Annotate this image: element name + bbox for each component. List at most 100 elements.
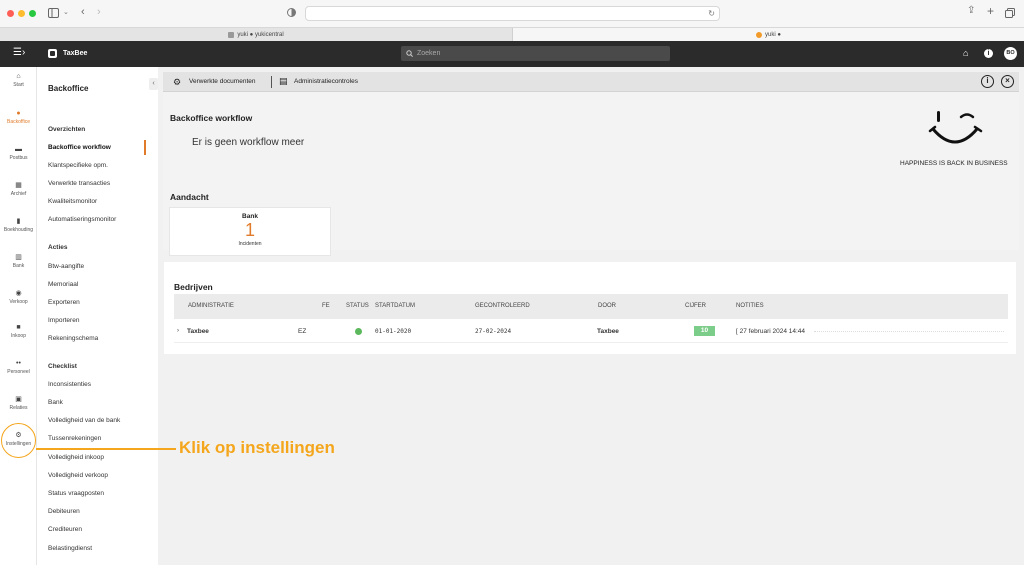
sidebar-item-debiteuren[interactable]: Debiteuren xyxy=(48,508,153,515)
bedrijven-panel: Bedrijven ADMINISTRATIE FE STATUS STARTD… xyxy=(164,262,1016,354)
column-header[interactable]: GECONTROLEERD xyxy=(475,303,530,309)
sidebar-item-tussenrekeningen[interactable]: Tussenrekeningen xyxy=(48,435,153,442)
column-header[interactable]: CIJFER xyxy=(685,303,706,309)
home-icon: ⌂ xyxy=(16,73,21,80)
back-icon[interactable]: ‹ xyxy=(81,6,85,18)
section-overzichten: Overzichten xyxy=(48,126,86,133)
tab-label: yuki ● yukicentral xyxy=(237,31,284,38)
zoom-window-button[interactable] xyxy=(29,10,36,17)
yuki-favicon-icon xyxy=(756,32,763,38)
row-startdatum: 01-01-2020 xyxy=(375,328,412,335)
rail-item-bank[interactable]: ▥ Bank xyxy=(0,253,37,269)
active-indicator xyxy=(144,140,146,155)
column-header[interactable]: ADMINISTRATIE xyxy=(188,303,234,309)
column-header[interactable]: STATUS xyxy=(346,303,369,309)
sidebar-item-automatiseringsmonitor[interactable]: Automatiseringsmonitor xyxy=(48,216,153,223)
search-placeholder: Zoeken xyxy=(417,50,441,57)
chevron-down-icon[interactable]: ⌄ xyxy=(63,8,69,16)
sidebar-item-btw-aangifte[interactable]: Btw-aangifte xyxy=(48,263,153,270)
backoffice-sidebar: Backoffice Overzichten Backoffice workfl… xyxy=(37,67,158,565)
rail-item-postbus[interactable]: ▬ Postbus xyxy=(0,146,37,161)
rail-label: Inkoop xyxy=(10,333,26,339)
new-tab-icon[interactable]: + xyxy=(987,4,994,18)
contacts-icon: ▣ xyxy=(15,396,22,403)
section-checklist: Checklist xyxy=(48,363,77,370)
sidebar-item-inconsistenties[interactable]: Inconsistenties xyxy=(48,381,153,388)
inbox-icon: ▬ xyxy=(15,146,22,153)
column-header[interactable]: FE xyxy=(322,303,330,309)
info-icon[interactable]: i xyxy=(984,49,993,58)
rail-label: Verkoop xyxy=(9,299,28,305)
store-icon[interactable]: ⌂ xyxy=(963,48,968,58)
row-administratie[interactable]: Taxbee xyxy=(187,328,209,335)
card-title: Bank xyxy=(242,213,258,220)
column-header[interactable]: DOOR xyxy=(598,303,616,309)
sidebar-item-rekeningschema[interactable]: Rekeningschema xyxy=(48,335,153,342)
shield-icon xyxy=(287,8,296,17)
sidebar-item-kwaliteitsmonitor[interactable]: Kwaliteitsmonitor xyxy=(48,198,153,205)
y-favicon-icon xyxy=(228,32,235,38)
truck-icon: ■ xyxy=(16,324,21,331)
rail-item-relaties[interactable]: ▣ Relaties xyxy=(0,395,37,411)
sidebar-item-crediteuren[interactable]: Crediteuren xyxy=(48,526,153,533)
column-header[interactable]: NOTITIES xyxy=(736,303,764,309)
close-icon[interactable]: × xyxy=(1001,75,1014,88)
collapse-sidebar-button[interactable]: ‹ xyxy=(149,78,158,90)
rail-label: Start xyxy=(13,82,24,88)
search-input[interactable]: Zoeken xyxy=(401,46,670,61)
tab-overview-icon[interactable] xyxy=(1005,8,1015,18)
administratiecontroles-link[interactable]: Administratiecontroles xyxy=(294,78,358,85)
close-window-button[interactable] xyxy=(7,10,14,17)
menu-icon[interactable]: ☰› xyxy=(13,47,25,58)
sidebar-item-backoffice-workflow[interactable]: Backoffice workflow xyxy=(48,144,153,151)
sidebar-item-bank[interactable]: Bank xyxy=(48,399,153,406)
verwerkte-documenten-link[interactable]: Verwerkte documenten xyxy=(189,78,255,85)
highlight-circle xyxy=(1,423,36,458)
sidebar-item-volledigheid-bank[interactable]: Volledigheid van de bank xyxy=(48,417,153,424)
table-row[interactable]: › Taxbee EZ 01-01-2020 27-02-2024 Taxbee… xyxy=(174,319,1008,343)
expand-chevron-icon[interactable]: › xyxy=(177,328,179,334)
rail-item-boekhouding[interactable]: ▮ Boekhouding xyxy=(0,217,37,233)
search-icon xyxy=(406,50,413,57)
rail-item-archief[interactable]: ▦ Archief xyxy=(0,181,37,197)
card-count: 1 xyxy=(244,220,255,240)
share-icon[interactable]: ⇪ xyxy=(967,5,975,16)
sidebar-item-verwerkte-transacties[interactable]: Verwerkte transacties xyxy=(48,180,153,187)
sidebar-item-belastingdienst[interactable]: Belastingdienst xyxy=(48,545,153,552)
sidebar-item-exporteren[interactable]: Exporteren xyxy=(48,299,153,306)
sidebar-item-status-vraagposten[interactable]: Status vraagposten xyxy=(48,490,153,497)
sidebar-item-volledigheid-inkoop[interactable]: Volledigheid inkoop xyxy=(48,454,153,461)
backoffice-icon: ● xyxy=(16,110,21,117)
sidebar-item-volledigheid-verkoop[interactable]: Volledigheid verkoop xyxy=(48,472,153,479)
sidebar-item-importeren[interactable]: Importeren xyxy=(48,317,153,324)
minimize-window-button[interactable] xyxy=(18,10,25,17)
reload-icon[interactable]: ↻ xyxy=(708,9,715,18)
status-dot xyxy=(355,328,362,335)
forward-icon[interactable]: › xyxy=(97,6,101,18)
column-header[interactable]: STARTDATUM xyxy=(375,303,415,309)
sidebar-item-klantspecifieke[interactable]: Klantspecifieke opm. xyxy=(48,162,153,169)
rail-item-start[interactable]: ⌂ Start xyxy=(0,73,37,88)
bank-incidents-card[interactable]: Bank 1 Incidenten xyxy=(169,207,331,256)
sales-icon: ◉ xyxy=(15,290,22,297)
rail-label: Relaties xyxy=(9,405,28,411)
rail-item-backoffice[interactable]: ● Backoffice xyxy=(0,110,37,125)
app-logo-text: TaxBee xyxy=(63,50,88,57)
info-icon[interactable]: i xyxy=(981,75,994,88)
address-bar[interactable]: ↻ xyxy=(305,6,720,21)
rail-item-inkoop[interactable]: ■ Inkoop xyxy=(0,324,37,339)
sidebar-item-memoriaal[interactable]: Memoriaal xyxy=(48,281,153,288)
avatar[interactable]: BO xyxy=(1004,47,1017,60)
bank-icon: ▥ xyxy=(15,254,22,261)
rail-label: Personeel xyxy=(7,369,30,375)
table-header: ADMINISTRATIE FE STATUS STARTDATUM GECON… xyxy=(174,294,1008,319)
rail-item-personeel[interactable]: •• Personeel xyxy=(0,360,37,375)
workflow-title: Backoffice workflow xyxy=(170,113,253,123)
rail-item-verkoop[interactable]: ◉ Verkoop xyxy=(0,289,37,305)
sidebar-toggle-icon[interactable] xyxy=(48,8,59,18)
tab-yukicentral[interactable]: yuki ● yukicentral xyxy=(0,28,512,42)
main-navigation-rail: ⌂ Start ● Backoffice ▬ Postbus ▦ Archief ▮ Bo… xyxy=(0,67,37,565)
tab-yuki[interactable]: yuki ● xyxy=(512,28,1024,42)
row-notities[interactable]: [ 27 februari 2024 14:44 xyxy=(736,328,805,335)
row-gecontroleerd: 27-02-2024 xyxy=(475,328,512,335)
